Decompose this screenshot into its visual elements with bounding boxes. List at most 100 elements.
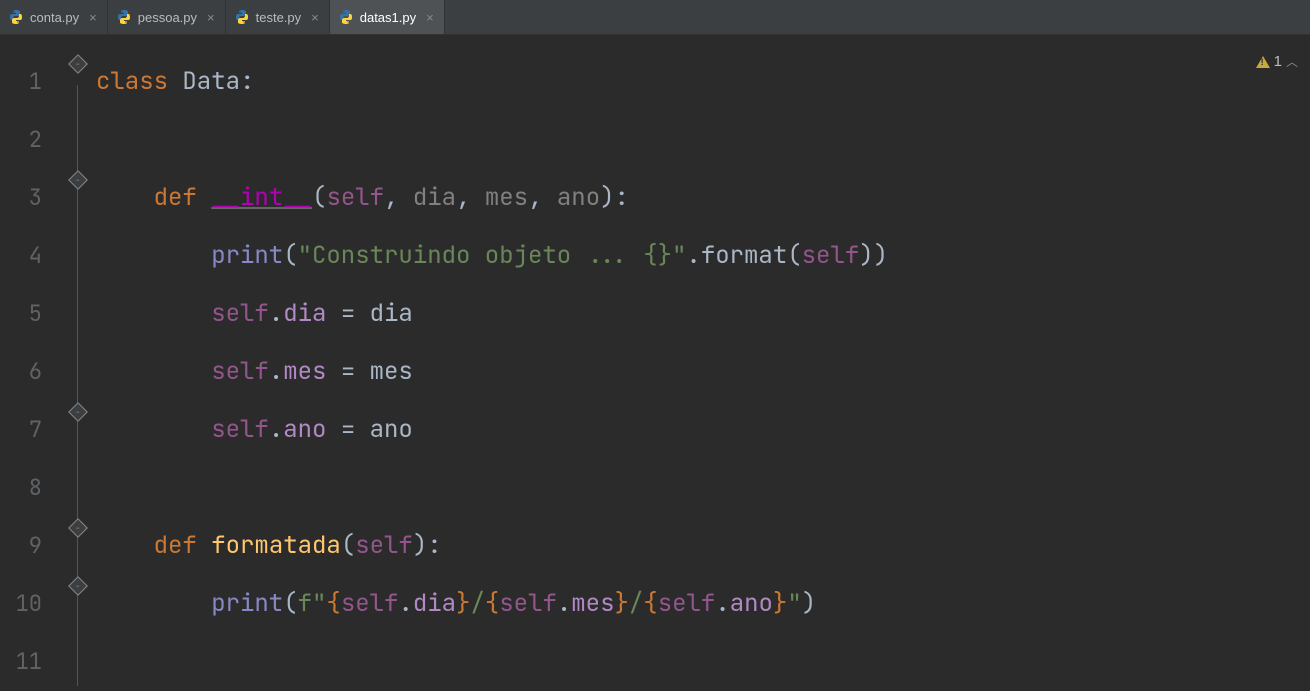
line-number-gutter: 1 2 3 4 5 6 7 8 9 10 11 (0, 35, 60, 686)
close-icon[interactable]: × (207, 10, 215, 25)
param: ano (557, 182, 600, 213)
close-icon[interactable]: × (89, 10, 97, 25)
param-self: self (326, 182, 384, 213)
method-name: formatada (211, 530, 341, 561)
self-ref: self (341, 588, 399, 619)
line-number: 7 (0, 401, 60, 459)
param-self: self (355, 530, 413, 561)
warning-icon (1256, 56, 1270, 68)
code-line[interactable]: print(f"{self.dia}/{self.mes}/{self.ano}… (90, 575, 1310, 633)
brace: { (326, 588, 340, 619)
class-name: Data (182, 66, 240, 97)
code-line[interactable]: self.dia = dia (90, 285, 1310, 343)
inspection-warning-badge[interactable]: 1 ︿ (1256, 53, 1298, 70)
string-literal: / (470, 588, 484, 619)
field: mes (571, 588, 614, 619)
param: mes (485, 182, 528, 213)
line-number: 11 (0, 633, 60, 691)
brace: { (485, 588, 499, 619)
fold-toggle-icon[interactable]: − (68, 402, 88, 422)
method-name: __int__ (211, 182, 312, 213)
string-literal: "Construindo objeto ... {}" (298, 240, 687, 271)
method-call: format (701, 240, 787, 271)
code-line[interactable]: self.ano = ano (90, 401, 1310, 459)
line-number: 9 (0, 517, 60, 575)
self-ref: self (802, 240, 860, 271)
assign-op: = (326, 298, 369, 329)
keyword-def: def (154, 530, 197, 561)
code-editor[interactable]: 1 2 3 4 5 6 7 8 9 10 11 − − − − − 1 ︿ cl… (0, 35, 1310, 686)
self-ref: self (658, 588, 716, 619)
line-number: 8 (0, 459, 60, 517)
code-line[interactable] (90, 459, 1310, 517)
tab-label: pessoa.py (138, 10, 197, 25)
tab-bar: conta.py × pessoa.py × teste.py × datas1… (0, 0, 1310, 35)
tab-label: datas1.py (360, 10, 416, 25)
fold-toggle-icon[interactable]: − (68, 518, 88, 538)
tab-pessoa[interactable]: pessoa.py × (108, 0, 226, 34)
warning-count: 1 (1274, 53, 1282, 70)
tab-label: teste.py (256, 10, 302, 25)
quote: " (787, 588, 801, 619)
python-file-icon (8, 9, 24, 25)
field: ano (283, 414, 326, 445)
field: dia (413, 588, 456, 619)
keyword-def: def (154, 182, 197, 213)
self-ref: self (211, 414, 269, 445)
fold-gutter: − − − − − (60, 35, 90, 686)
code-line[interactable]: class Data: (90, 53, 1310, 111)
tab-datas1[interactable]: datas1.py × (330, 0, 445, 34)
identifier: ano (370, 414, 413, 445)
code-line[interactable]: self.mes = mes (90, 343, 1310, 401)
dot: . (557, 588, 571, 619)
line-number: 3 (0, 169, 60, 227)
tab-teste[interactable]: teste.py × (226, 0, 330, 34)
code-line[interactable] (90, 633, 1310, 691)
fold-toggle-icon[interactable]: − (68, 54, 88, 74)
dot: . (398, 588, 412, 619)
line-number: 6 (0, 343, 60, 401)
code-line[interactable]: print("Construindo objeto ... {}".format… (90, 227, 1310, 285)
field: ano (730, 588, 773, 619)
code-line[interactable]: def formatada(self): (90, 517, 1310, 575)
brace: } (773, 588, 787, 619)
keyword-class: class (96, 66, 168, 97)
fstring-prefix: f (298, 588, 312, 619)
assign-op: = (326, 356, 369, 387)
line-number: 1 (0, 53, 60, 111)
self-ref: self (211, 298, 269, 329)
close-icon[interactable]: × (311, 10, 319, 25)
colon: : (240, 66, 254, 97)
identifier: mes (370, 356, 413, 387)
code-area[interactable]: 1 ︿ class Data: def __int__(self, dia, m… (90, 35, 1310, 686)
tab-conta[interactable]: conta.py × (0, 0, 108, 34)
param: dia (413, 182, 456, 213)
brace: } (456, 588, 470, 619)
builtin-print: print (211, 588, 283, 619)
self-ref: self (211, 356, 269, 387)
line-number: 10 (0, 575, 60, 633)
builtin-print: print (211, 240, 283, 271)
field: dia (283, 298, 326, 329)
python-file-icon (234, 9, 250, 25)
code-line[interactable] (90, 111, 1310, 169)
chevron-up-icon: ︿ (1286, 53, 1298, 70)
fold-toggle-icon[interactable]: − (68, 170, 88, 190)
python-file-icon (116, 9, 132, 25)
quote: " (312, 588, 326, 619)
line-number: 4 (0, 227, 60, 285)
identifier: dia (370, 298, 413, 329)
string-literal: / (629, 588, 643, 619)
brace: { (643, 588, 657, 619)
tab-label: conta.py (30, 10, 79, 25)
close-icon[interactable]: × (426, 10, 434, 25)
self-ref: self (499, 588, 557, 619)
line-number: 2 (0, 111, 60, 169)
python-file-icon (338, 9, 354, 25)
line-number: 5 (0, 285, 60, 343)
fold-toggle-icon[interactable]: − (68, 576, 88, 596)
field: mes (283, 356, 326, 387)
dot: . (715, 588, 729, 619)
brace: } (614, 588, 628, 619)
code-line[interactable]: def __int__(self, dia, mes, ano): (90, 169, 1310, 227)
